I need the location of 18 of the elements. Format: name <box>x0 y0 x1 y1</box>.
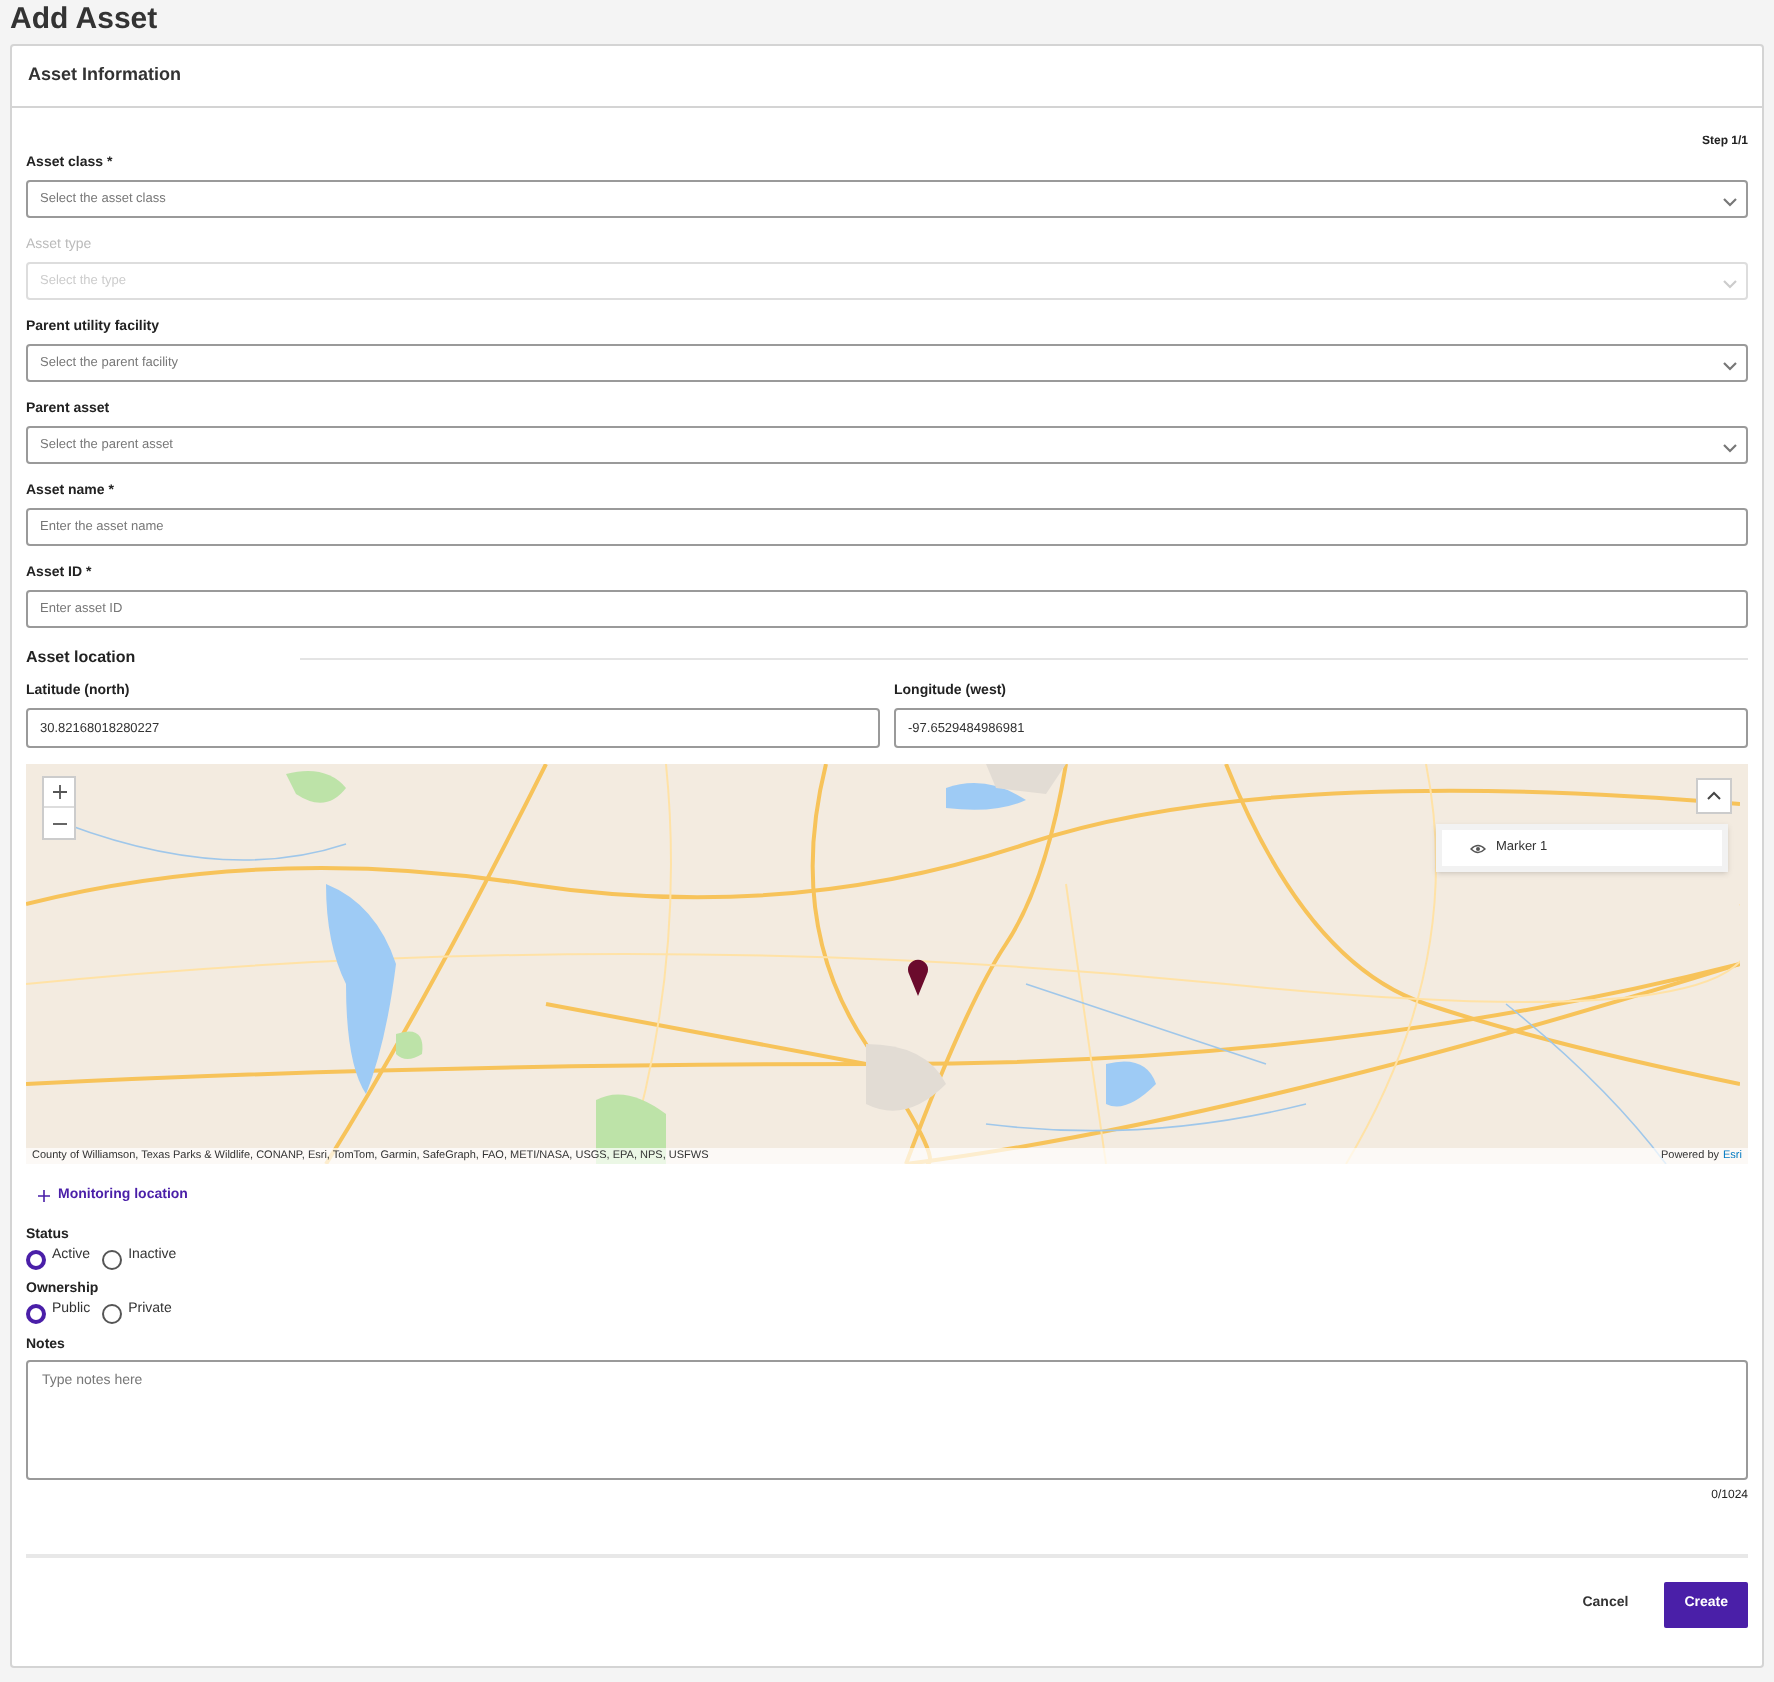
radio-button[interactable] <box>26 1303 46 1324</box>
plus-icon <box>51 784 67 800</box>
radio-button[interactable] <box>102 1303 123 1324</box>
collapse-button[interactable] <box>1696 778 1732 814</box>
plus-icon <box>38 1190 50 1202</box>
radio-button[interactable] <box>102 1250 123 1271</box>
chevron-down-icon <box>1722 360 1738 372</box>
map-marker-icon <box>906 956 930 996</box>
radio-button[interactable] <box>26 1250 46 1271</box>
section-heading: Asset location <box>26 646 138 670</box>
page-title: Add Asset <box>10 2 160 38</box>
eye-icon <box>1470 843 1486 853</box>
chevron-down-icon <box>1722 442 1738 454</box>
chevron-down-icon <box>1722 278 1738 290</box>
card-title: Asset Information <box>28 62 182 89</box>
chevron-down-icon <box>1722 196 1738 208</box>
minus-icon <box>51 821 67 825</box>
chevron-up-icon <box>1706 790 1722 802</box>
